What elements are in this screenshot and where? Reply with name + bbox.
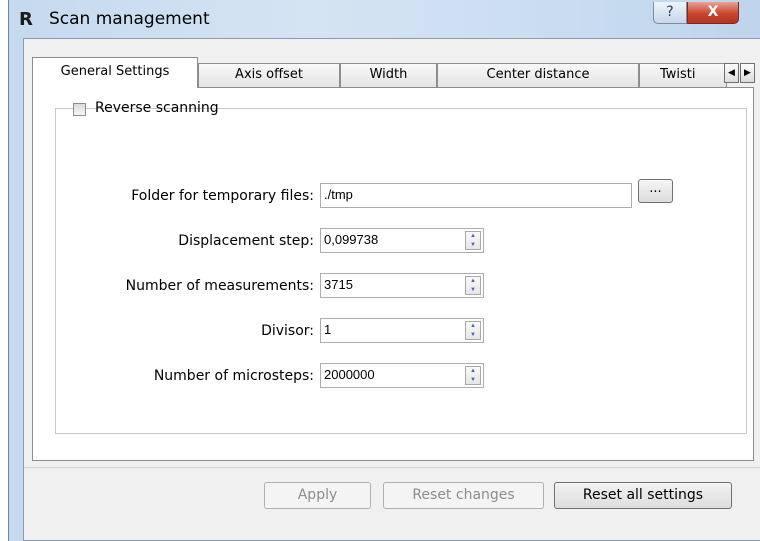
num-measurements-value: 3715 xyxy=(324,277,353,292)
num-microsteps-label: Number of microsteps: xyxy=(153,368,314,384)
divisor-spin[interactable]: ▲ ▼ xyxy=(465,321,481,340)
tab-general-settings[interactable]: General Settings xyxy=(32,57,198,88)
reverse-scanning-checkbox[interactable] xyxy=(73,103,86,116)
tab-scroll-left-icon[interactable]: ◀ xyxy=(724,63,739,83)
num-microsteps-spinbox[interactable]: 2000000 ▲ ▼ xyxy=(320,363,484,388)
reverse-scanning-label: Reverse scanning xyxy=(95,100,219,116)
temp-folder-input[interactable]: ./tmp xyxy=(320,183,632,208)
title-bar[interactable]: R Scan management ? X xyxy=(9,0,760,38)
help-icon: ? xyxy=(666,4,674,20)
spin-up-icon[interactable]: ▲ xyxy=(466,232,480,240)
reset-all-settings-button[interactable]: Reset all settings xyxy=(554,482,732,509)
displacement-step-spinbox[interactable]: 0,099738 ▲ ▼ xyxy=(320,228,484,253)
reset-changes-button[interactable]: Reset changes xyxy=(383,482,544,509)
tab-axis-offset[interactable]: Axis offset xyxy=(198,63,340,87)
dialog-client-area: General Settings Axis offset Width Cente… xyxy=(23,38,760,541)
tab-center-distance[interactable]: Center distance xyxy=(437,63,639,87)
spin-down-icon[interactable]: ▼ xyxy=(466,331,480,339)
apply-button[interactable]: Apply xyxy=(264,482,371,509)
close-icon: X xyxy=(707,4,719,20)
num-measurements-label: Number of measurements: xyxy=(125,278,314,294)
help-button[interactable]: ? xyxy=(653,2,687,24)
spin-down-icon[interactable]: ▼ xyxy=(466,286,480,294)
spin-up-icon[interactable]: ▲ xyxy=(466,277,480,285)
tab-width[interactable]: Width xyxy=(340,63,437,87)
browse-folder-button[interactable]: ... xyxy=(638,179,673,203)
displacement-step-label: Displacement step: xyxy=(178,233,314,249)
spin-down-icon[interactable]: ▼ xyxy=(466,241,480,249)
divisor-label: Divisor: xyxy=(261,323,314,339)
divisor-spinbox[interactable]: 1 ▲ ▼ xyxy=(320,318,484,343)
app-logo-icon: R xyxy=(19,9,33,30)
scan-management-window: R Scan management ? X General Settings A… xyxy=(8,0,760,541)
window-title: Scan management xyxy=(49,9,210,29)
displacement-step-value: 0,099738 xyxy=(324,232,379,247)
displacement-step-spin[interactable]: ▲ ▼ xyxy=(465,231,481,250)
num-measurements-spinbox[interactable]: 3715 ▲ ▼ xyxy=(320,273,484,298)
temp-folder-label: Folder for temporary files: xyxy=(131,188,314,204)
footer-separator xyxy=(24,467,760,468)
spin-down-icon[interactable]: ▼ xyxy=(466,376,480,384)
tab-bar: General Settings Axis offset Width Cente… xyxy=(24,57,760,88)
spin-up-icon[interactable]: ▲ xyxy=(466,322,480,330)
num-microsteps-value: 2000000 xyxy=(324,367,375,382)
num-microsteps-spin[interactable]: ▲ ▼ xyxy=(465,366,481,385)
close-button[interactable]: X xyxy=(687,2,739,24)
spin-up-icon[interactable]: ▲ xyxy=(466,367,480,375)
tab-scroll-right-icon[interactable]: ▶ xyxy=(740,63,755,83)
divisor-value: 1 xyxy=(324,322,332,337)
num-measurements-spin[interactable]: ▲ ▼ xyxy=(465,276,481,295)
tab-twisting[interactable]: Twisti xyxy=(639,63,727,87)
